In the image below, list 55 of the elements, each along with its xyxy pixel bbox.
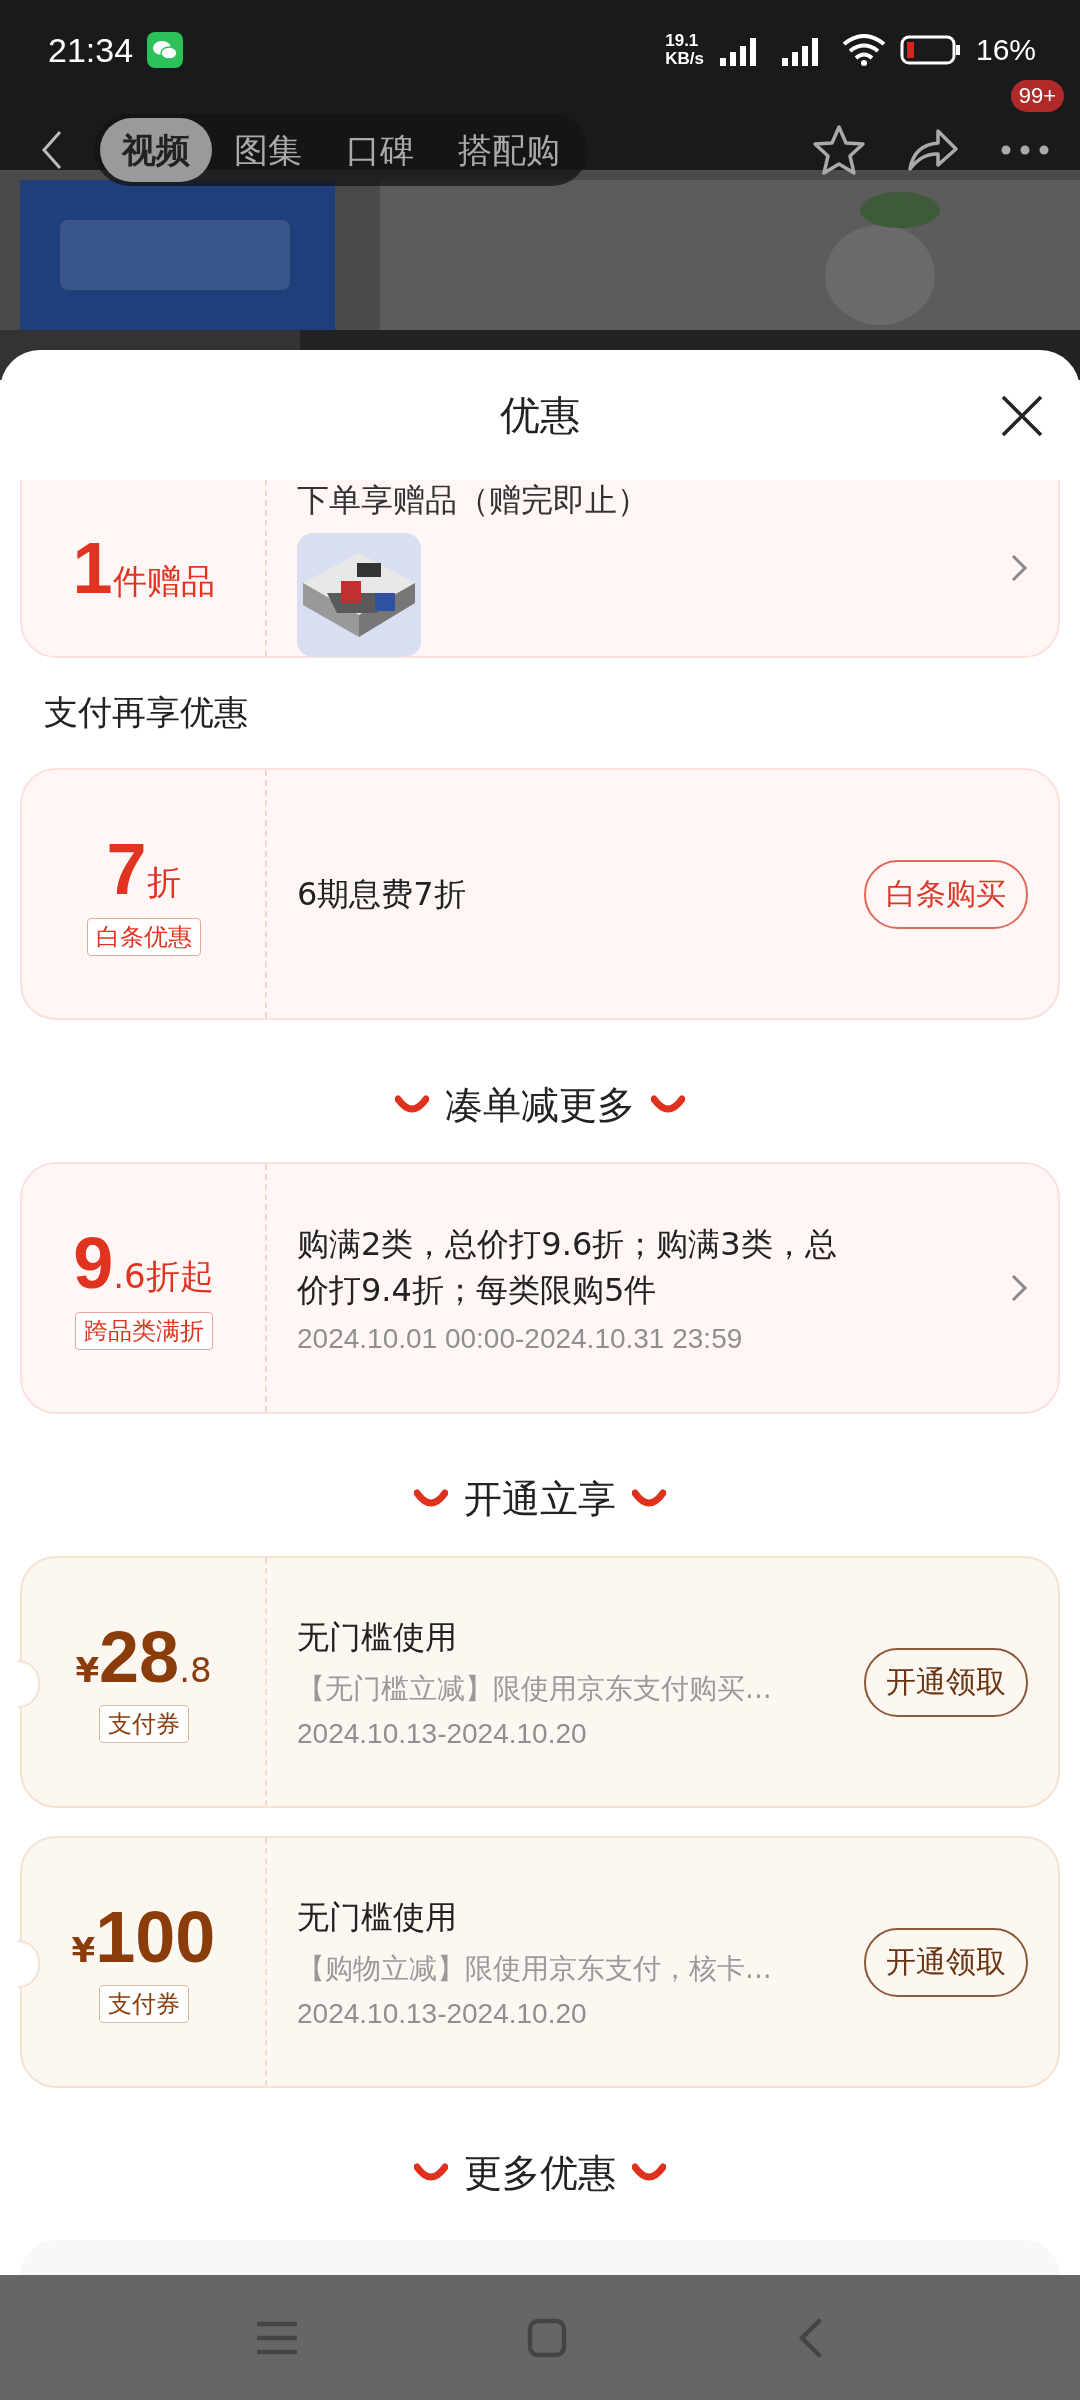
discount-value: 9	[73, 1226, 114, 1299]
gift-unit: 件赠品	[112, 560, 215, 603]
smile-icon	[632, 2163, 666, 2183]
section-label: 支付再享优惠	[44, 691, 248, 734]
section-heading: 开通立享	[464, 1475, 616, 1523]
chevron-right-icon[interactable]	[1010, 553, 1028, 583]
validity-date: 2024.10.13-2024.10.20	[297, 1718, 588, 1750]
discount-value: 100	[95, 1901, 216, 1973]
smile-icon	[414, 1489, 448, 1509]
discount-value: 28	[99, 1621, 180, 1693]
nav-tab[interactable]: 搭配购	[436, 118, 582, 182]
share-icon[interactable]	[906, 127, 960, 173]
section-heading: 更多优惠	[464, 2149, 616, 2197]
claim-button[interactable]: 开通领取	[864, 1927, 1028, 1997]
coupon-title: 购满2类，总价打9.6折；购满3类，总价打9.4折；每类限购5件	[297, 1224, 838, 1311]
battery-icon	[899, 35, 962, 65]
nav-tab[interactable]: 口碑	[324, 118, 436, 182]
coupon-description: 【无门槛立减】限使用京东支付购买...	[297, 1671, 773, 1707]
coupon-title: 无门槛使用	[297, 1897, 458, 1938]
smile-icon	[632, 1489, 666, 1509]
status-time: 21:34	[48, 30, 134, 70]
wifi-icon	[841, 34, 886, 66]
nav-tab[interactable]: 图集	[212, 118, 324, 182]
nav-tab[interactable]: 视频	[100, 118, 212, 182]
smile-icon	[395, 1095, 429, 1115]
discount-value: 7	[106, 832, 147, 905]
claim-button[interactable]: 白条购买	[864, 859, 1028, 929]
smile-icon	[414, 2163, 448, 2183]
coupon-tag: 白条优惠	[86, 917, 201, 956]
claim-button[interactable]: 开通领取	[864, 1647, 1028, 1717]
section-heading: 凑单减更多	[445, 1081, 635, 1129]
coupon-tag: 跨品类满折	[74, 1311, 213, 1350]
smile-icon	[651, 1095, 685, 1115]
chevron-right-icon[interactable]	[1010, 1273, 1028, 1303]
coupon-tag: 支付券	[98, 1985, 189, 2023]
discount-unit: .8	[179, 1650, 212, 1690]
validity-date: 2024.10.01 00:00-2024.10.31 23:59	[297, 1323, 744, 1355]
network-speed: 19.1 KB/s	[665, 32, 704, 68]
gift-title: 下单享赠品（赠完即止）	[297, 480, 650, 521]
discount-unit: .6折起	[113, 1254, 214, 1298]
back-icon[interactable]	[40, 130, 64, 170]
chat-app-icon	[147, 32, 184, 68]
battery-percent: 16%	[975, 33, 1036, 67]
star-icon[interactable]	[812, 124, 866, 176]
coupon-title: 无门槛使用	[297, 1617, 458, 1658]
coupon-title: 6期息费7折	[297, 874, 467, 915]
sheet-title: 优惠	[500, 390, 580, 440]
coupon-tag: 支付券	[98, 1705, 189, 1743]
discount-unit: 折	[146, 861, 181, 904]
currency-sign: ¥	[75, 1650, 100, 1690]
more-icon[interactable]	[1000, 144, 1050, 156]
coupon-description: 【购物立减】限使用京东支付，核卡...	[297, 1951, 773, 1987]
validity-date: 2024.10.13-2024.10.20	[297, 1998, 588, 2030]
gift-count: 1	[72, 531, 113, 604]
currency-sign: ¥	[71, 1930, 96, 1970]
